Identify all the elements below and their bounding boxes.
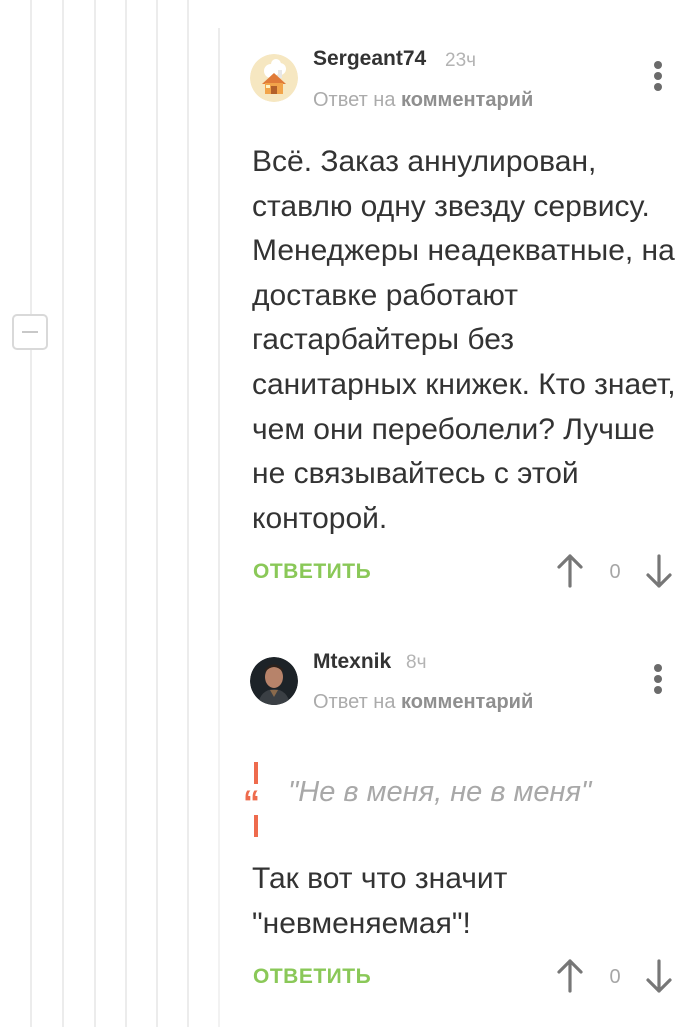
comment-menu-button[interactable] — [652, 664, 664, 694]
avatar[interactable] — [250, 657, 298, 705]
thread-line — [187, 0, 189, 1027]
avatar[interactable] — [250, 54, 298, 102]
quote-bar — [254, 815, 258, 837]
collapse-thread-button[interactable] — [12, 314, 48, 350]
arrow-up-icon[interactable] — [556, 553, 584, 589]
comment-text: Так вот что значит "невменяемая"! — [252, 862, 508, 940]
thread-line — [30, 0, 32, 1027]
reply-prefix: Ответ на — [313, 691, 396, 713]
reply-button[interactable]: ОТВЕТИТЬ — [253, 560, 371, 584]
author-name[interactable]: Sergeant74 — [313, 47, 426, 71]
author-name[interactable]: Mtexnik — [313, 650, 391, 674]
reply-button[interactable]: ОТВЕТИТЬ — [253, 965, 371, 989]
thread-line — [218, 640, 220, 1027]
arrow-down-icon[interactable] — [645, 958, 673, 994]
thread-line — [62, 0, 64, 1027]
comment-time: 23ч — [445, 50, 477, 71]
parent-comment-link[interactable]: комментарий — [401, 89, 533, 111]
thread-line — [125, 0, 127, 1027]
reply-prefix: Ответ на — [313, 89, 396, 111]
comment-time: 8ч — [406, 652, 427, 673]
house-avatar-icon — [250, 54, 298, 102]
comment-menu-button[interactable] — [652, 61, 664, 91]
comment-text: Всё. Заказ аннулирован, ставлю одну звез… — [252, 145, 676, 535]
reply-meta: Ответ на комментарий — [313, 691, 533, 714]
portrait-avatar-icon — [250, 657, 298, 705]
parent-comment-link[interactable]: комментарий — [401, 691, 533, 713]
arrow-up-icon[interactable] — [556, 958, 584, 994]
thread-line — [156, 0, 158, 1027]
arrow-down-icon[interactable] — [645, 553, 673, 589]
quote-text: "Не в меня, не в меня" — [288, 776, 592, 808]
reply-meta: Ответ на комментарий — [313, 89, 533, 112]
thread-line — [94, 0, 96, 1027]
quote-bar — [254, 762, 258, 784]
rating-score: 0 — [609, 561, 621, 583]
rating-score: 0 — [609, 966, 621, 988]
